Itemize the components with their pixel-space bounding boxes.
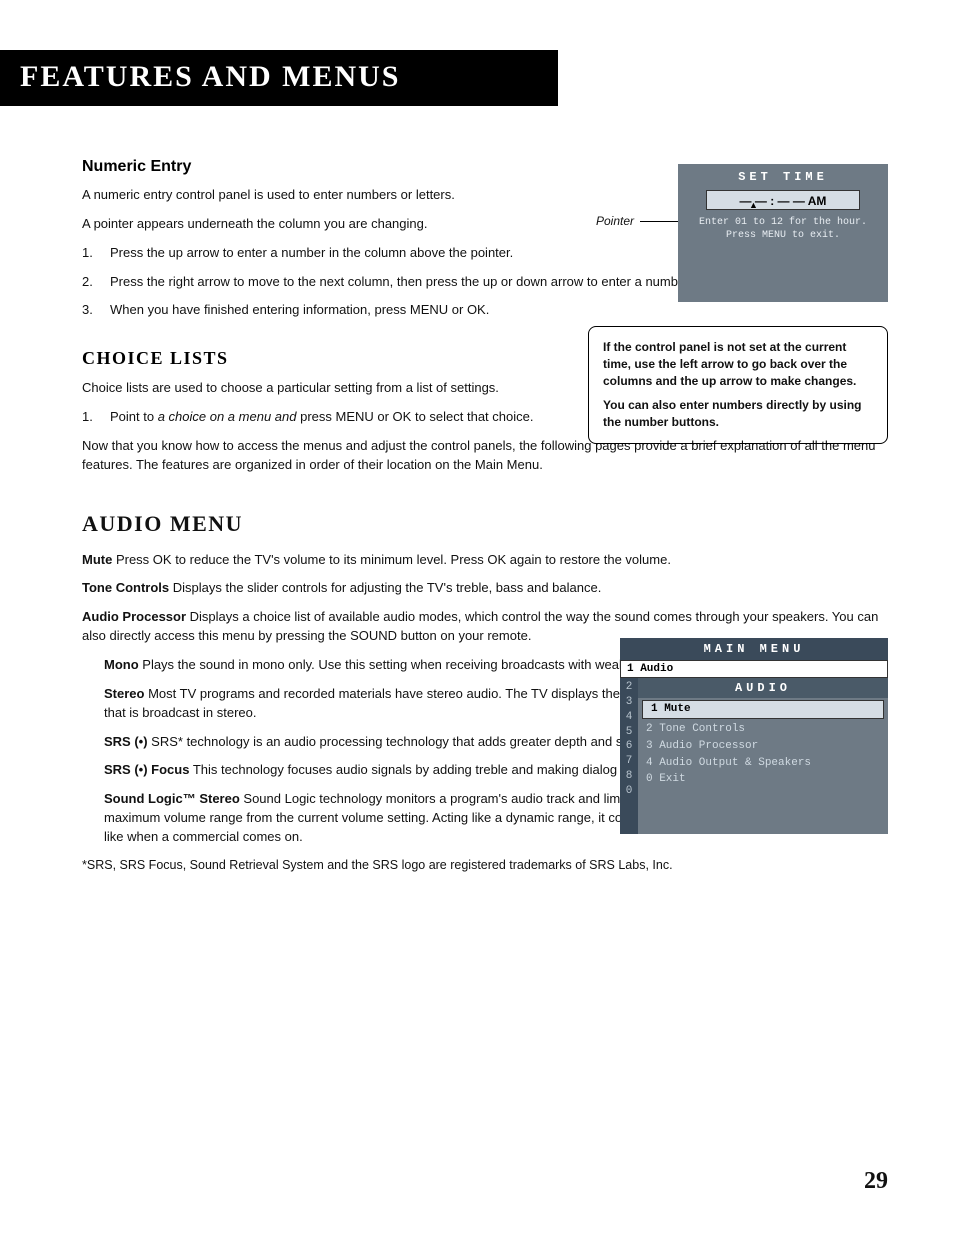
submenu-title: AUDIO xyxy=(638,678,888,698)
osd-hint-2: Press MENU to exit. xyxy=(678,229,888,242)
note-p1: If the control panel is not set at the c… xyxy=(603,339,873,389)
step-num: 3. xyxy=(82,301,98,320)
srs-footnote: *SRS, SRS Focus, Sound Retrieval System … xyxy=(82,857,888,875)
main-menu-nums: 2 3 4 5 6 7 8 0 xyxy=(620,678,638,834)
mute-desc: Mute Press OK to reduce the TV's volume … xyxy=(82,551,888,570)
step-num: 1. xyxy=(82,244,98,263)
pointer-line xyxy=(640,221,678,222)
step-num: 1. xyxy=(82,408,98,427)
caret-up-icon: ▲ xyxy=(749,200,758,210)
main-menu-selected: 1 Audio xyxy=(620,660,888,678)
submenu-item-mute: 1 Mute xyxy=(642,700,884,719)
main-menu-osd: MAIN MENU 1 Audio 2 3 4 5 6 7 8 0 AUDIO … xyxy=(620,638,888,834)
submenu-item-tone: 2 Tone Controls xyxy=(638,721,888,738)
submenu-item-exit: 0 Exit xyxy=(638,771,888,788)
set-time-osd-wrap: Pointer SET TIME — — : — — AM ▲ Enter 01… xyxy=(582,164,888,302)
page-number: 29 xyxy=(864,1168,888,1195)
note-p2: You can also enter numbers directly by u… xyxy=(603,397,873,431)
osd-title: SET TIME xyxy=(678,164,888,188)
audio-submenu: AUDIO 1 Mute 2 Tone Controls 3 Audio Pro… xyxy=(638,678,888,834)
osd-hint-1: Enter 01 to 12 for the hour. xyxy=(678,216,888,229)
page-title: Features and Menus xyxy=(20,60,538,94)
time-field: — — : — — AM ▲ xyxy=(706,190,860,210)
page-header-bar: Features and Menus xyxy=(0,50,558,106)
pointer-label: Pointer xyxy=(582,214,634,228)
tone-desc: Tone Controls Displays the slider contro… xyxy=(82,579,888,598)
submenu-item-processor: 3 Audio Processor xyxy=(638,738,888,755)
note-box: If the control panel is not set at the c… xyxy=(588,326,888,444)
side-column: Pointer SET TIME — — : — — AM ▲ Enter 01… xyxy=(582,164,888,444)
set-time-osd: SET TIME — — : — — AM ▲ Enter 01 to 12 f… xyxy=(678,164,888,302)
audio-menu-heading: Audio Menu xyxy=(82,511,888,537)
main-menu-title: MAIN MENU xyxy=(620,638,888,660)
submenu-item-output: 4 Audio Output & Speakers xyxy=(638,755,888,772)
step-num: 2. xyxy=(82,273,98,292)
